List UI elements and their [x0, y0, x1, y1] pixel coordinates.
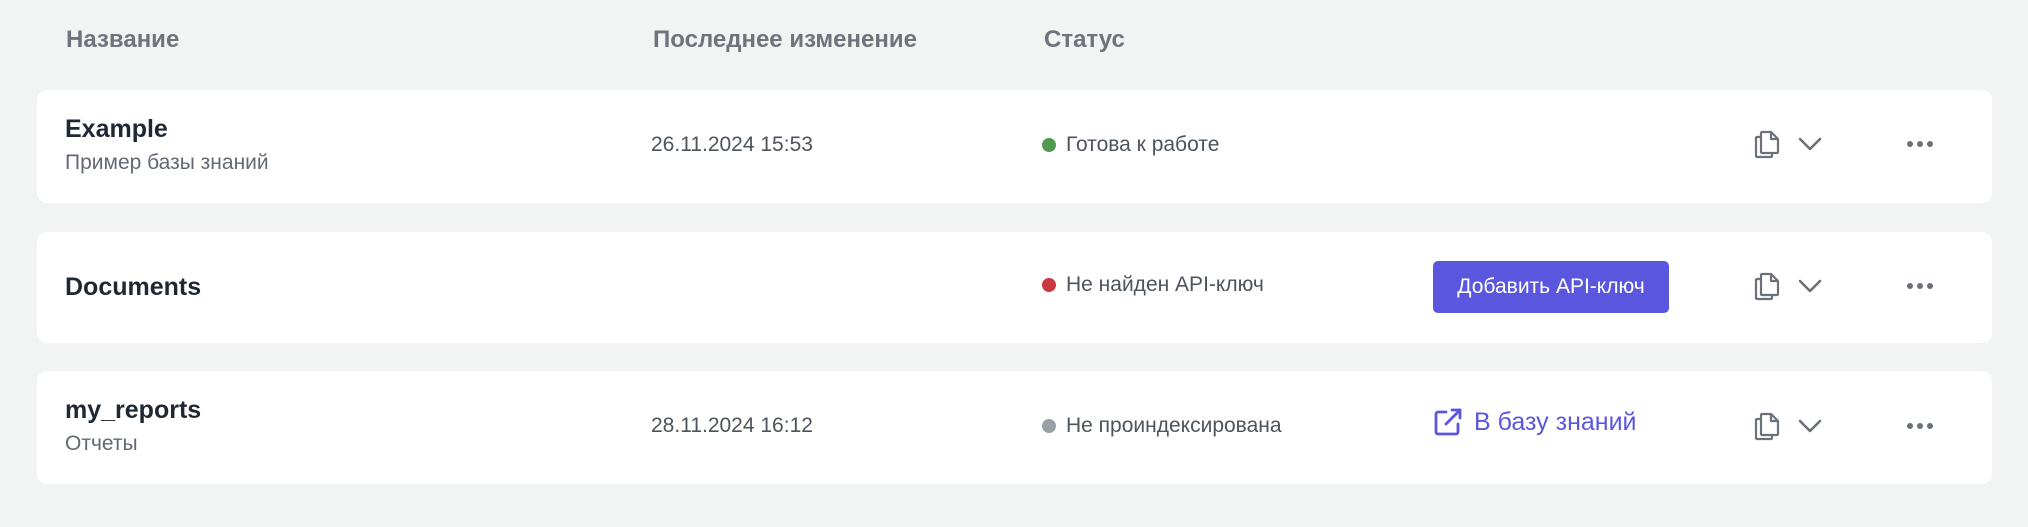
copy-icon[interactable] [1749, 268, 1785, 304]
copy-icon[interactable] [1749, 126, 1785, 162]
open-knowledge-base-link[interactable]: В базу знаний [1432, 406, 1637, 438]
column-header-status: Статус [1044, 26, 1125, 53]
copy-icon[interactable] [1749, 408, 1785, 444]
more-horizontal-icon[interactable] [1902, 408, 1938, 444]
table-row[interactable]: Documents Не найден API-ключ Добавить AP… [37, 232, 1992, 343]
kb-title: my_reports [65, 396, 202, 424]
add-api-key-button[interactable]: Добавить API-ключ [1433, 261, 1669, 313]
status-dot [1042, 278, 1056, 292]
kb-description: Пример базы знаний [65, 151, 269, 174]
status-text: Не проиндексирована [1066, 414, 1282, 437]
more-horizontal-icon[interactable] [1902, 268, 1938, 304]
column-header-modified: Последнее изменение [653, 26, 917, 53]
chevron-down-icon[interactable] [1792, 268, 1828, 304]
more-horizontal-icon[interactable] [1902, 126, 1938, 162]
table-row[interactable]: Example Пример базы знаний 26.11.2024 15… [37, 90, 1992, 203]
status-dot [1042, 419, 1056, 433]
status-indicator: Готова к работе [1042, 132, 1219, 158]
external-link-icon [1434, 408, 1462, 436]
status-text: Не найден API-ключ [1066, 273, 1264, 296]
kb-title: Example [65, 115, 168, 143]
kb-modified-date: 28.11.2024 16:12 [651, 414, 813, 437]
status-indicator: Не найден API-ключ [1042, 272, 1264, 298]
kb-modified-date: 26.11.2024 15:53 [651, 133, 813, 156]
status-dot [1042, 138, 1056, 152]
chevron-down-icon[interactable] [1792, 126, 1828, 162]
table-header: Название Последнее изменение Статус [0, 24, 2028, 56]
status-indicator: Не проиндексирована [1042, 413, 1282, 439]
column-header-name: Название [66, 26, 180, 53]
kb-description: Отчеты [65, 432, 138, 455]
open-knowledge-base-label: В базу знаний [1474, 408, 1637, 436]
kb-title: Documents [65, 273, 202, 301]
chevron-down-icon[interactable] [1792, 408, 1828, 444]
table-row[interactable]: my_reports Отчеты 28.11.2024 16:12 Не пр… [37, 371, 1992, 484]
status-text: Готова к работе [1066, 133, 1220, 156]
